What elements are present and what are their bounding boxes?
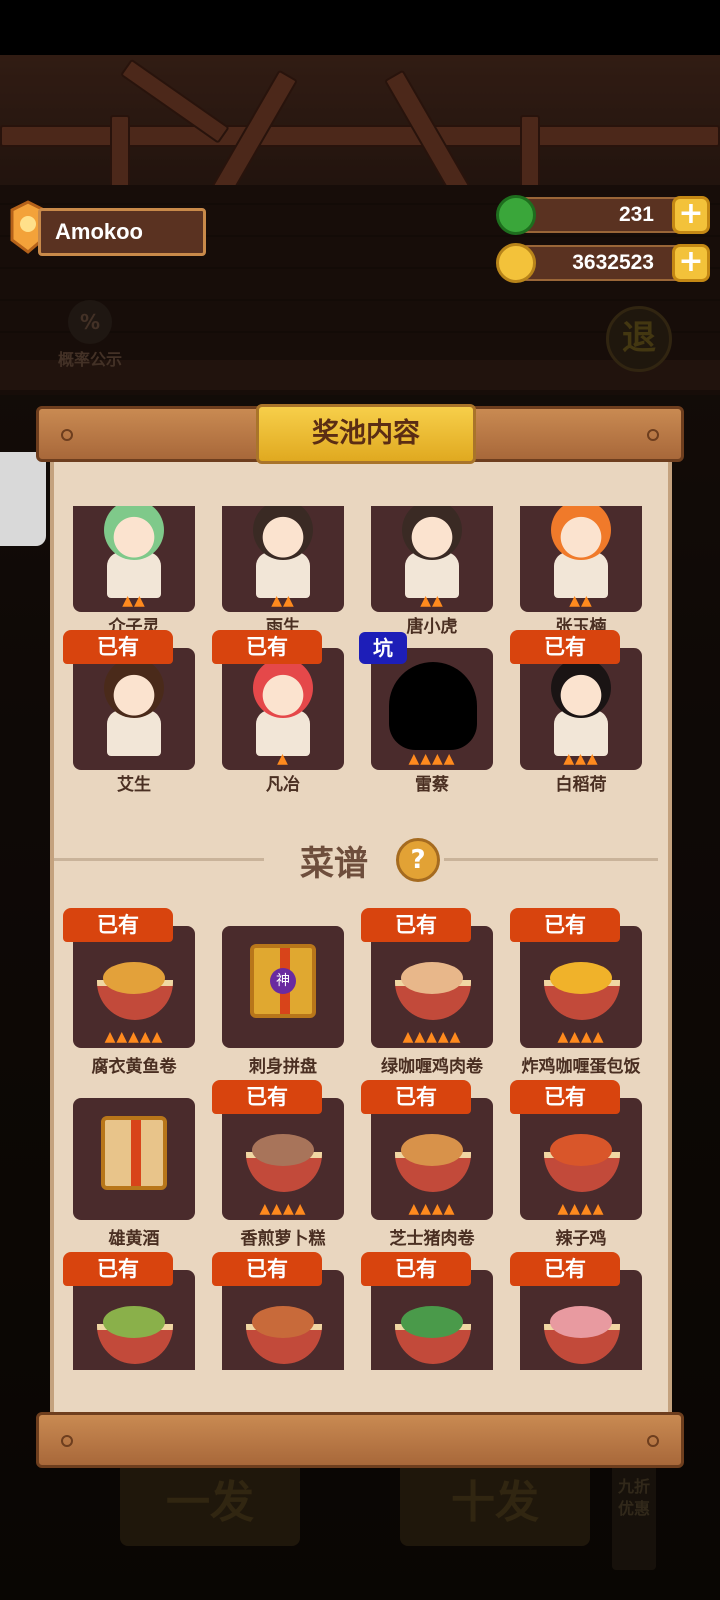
coin-amount: 3632523 [572, 251, 654, 274]
recipe-name: 香煎萝卜糕 [240, 1229, 326, 1249]
gift-box-icon: 神 [250, 944, 316, 1018]
flame-rating: ▲▲ [569, 593, 593, 609]
character-name: 雷蔡 [415, 775, 449, 795]
coin-icon [496, 243, 536, 283]
character-portrait [253, 658, 313, 718]
add-coins-button[interactable]: + [672, 244, 710, 282]
help-button[interactable]: ? [396, 838, 440, 882]
character-card[interactable]: ▲▲ [73, 506, 195, 612]
flame-rating: ▲▲▲▲ [557, 1029, 605, 1045]
dish-food [401, 962, 463, 994]
flame-rating: ▲▲▲▲ [408, 1201, 456, 1217]
status-bar [0, 0, 720, 55]
flame-rating: ▲▲ [420, 593, 444, 609]
divider-left [54, 858, 264, 861]
owned-badge: 已有 [361, 1252, 471, 1286]
character-name: 凡冶 [266, 775, 300, 795]
owned-badge: 已有 [510, 1080, 620, 1114]
gift-ribbon [131, 1120, 141, 1186]
owned-badge: 已有 [510, 1252, 620, 1286]
owned-badge: 已有 [510, 908, 620, 942]
jade-counter: 231 [509, 197, 694, 233]
side-tab[interactable] [0, 452, 46, 546]
character-card[interactable]: ▲ [222, 648, 344, 770]
character-name: 艾生 [117, 775, 151, 795]
character-portrait [402, 506, 462, 560]
jade-amount: 231 [618, 203, 654, 226]
player-name: Amokoo [38, 208, 206, 256]
flame-rating: ▲▲▲▲▲ [402, 1029, 462, 1045]
flame-rating: ▲▲ [122, 593, 146, 609]
recipe-name: 炸鸡咖喱蛋包饭 [521, 1057, 641, 1077]
owned-badge: 已有 [361, 1080, 471, 1114]
character-portrait [104, 658, 164, 718]
dish-food [252, 1134, 314, 1166]
divider-right [444, 858, 658, 861]
recipe-card[interactable]: ▲▲▲▲▲ [73, 926, 195, 1048]
character-card[interactable]: ▲▲ [520, 506, 642, 612]
character-portrait [551, 658, 611, 718]
owned-badge: 已有 [212, 630, 322, 664]
gift-box-icon [101, 1116, 167, 1190]
recipe-name: 芝士猪肉卷 [389, 1229, 475, 1249]
coin-counter: 3632523 [509, 245, 694, 281]
dish-food [550, 1306, 612, 1338]
character-portrait [104, 506, 164, 560]
dish-food [401, 1134, 463, 1166]
recipe-name: 刺身拼盘 [249, 1057, 317, 1077]
dish-food [550, 1134, 612, 1166]
character-name: 白稻荷 [555, 775, 607, 795]
recipe-name: 雄黄酒 [108, 1229, 160, 1249]
scroll-bottom-rod [36, 1412, 684, 1468]
character-portrait [551, 506, 611, 560]
owned-badge: 已有 [63, 630, 173, 664]
character-portrait [253, 506, 313, 560]
divine-mark: 神 [270, 968, 296, 994]
recipe-card[interactable]: 神 [222, 926, 344, 1048]
dish-food [550, 962, 612, 994]
flame-rating: ▲▲▲▲ [557, 1201, 605, 1217]
panel-title: 奖池内容 [256, 404, 476, 464]
recipe-name: 腐衣黄鱼卷 [91, 1057, 177, 1077]
character-card[interactable]: ▲▲▲ [520, 648, 642, 770]
recipe-card[interactable]: ▲▲▲▲ [520, 1098, 642, 1220]
prize-list[interactable]: ▲▲ 介子灵 ▲▲ 雨生 ▲▲ 唐小虎 ▲▲ 张玉楠 已有 艾生 ▲ 已有 凡冶 ▲▲▲▲ 坑雷蔡 ▲▲▲ 已有… [54, 506, 668, 1370]
jade-icon [496, 195, 536, 235]
flame-rating: ▲▲▲▲ [259, 1201, 307, 1217]
character-card[interactable]: ▲▲▲▲ [371, 648, 493, 770]
flame-rating: ▲▲ [271, 593, 295, 609]
character-card[interactable] [73, 648, 195, 770]
owned-badge: 已有 [212, 1080, 322, 1114]
flame-rating: ▲▲▲▲ [408, 751, 456, 767]
recipe-name: 辣子鸡 [555, 1229, 607, 1249]
flame-rating: ▲▲▲▲▲ [104, 1029, 164, 1045]
flame-rating: ▲ [277, 751, 289, 767]
recipe-card[interactable]: ▲▲▲▲ [371, 1098, 493, 1220]
recipe-name: 绿咖喱鸡肉卷 [381, 1057, 483, 1077]
add-jade-button[interactable]: + [672, 196, 710, 234]
owned-badge: 已有 [510, 630, 620, 664]
recipe-card[interactable] [73, 1098, 195, 1220]
locked-silhouette [389, 662, 477, 750]
dish-food [401, 1306, 463, 1338]
flame-rating: ▲▲▲ [563, 751, 599, 767]
recipe-card[interactable]: ▲▲▲▲▲ [371, 926, 493, 1048]
character-card[interactable]: ▲▲ [222, 506, 344, 612]
dish-food [103, 962, 165, 994]
pit-badge: 坑 [359, 632, 407, 664]
owned-badge: 已有 [63, 908, 173, 942]
character-card[interactable]: ▲▲ [371, 506, 493, 612]
recipe-card[interactable]: ▲▲▲▲ [222, 1098, 344, 1220]
dish-food [103, 1306, 165, 1338]
owned-badge: 已有 [212, 1252, 322, 1286]
recipe-card[interactable]: ▲▲▲▲ [520, 926, 642, 1048]
owned-badge: 已有 [361, 908, 471, 942]
recipe-section-title: 菜谱 [300, 844, 368, 884]
dish-food [252, 1306, 314, 1338]
owned-badge: 已有 [63, 1252, 173, 1286]
